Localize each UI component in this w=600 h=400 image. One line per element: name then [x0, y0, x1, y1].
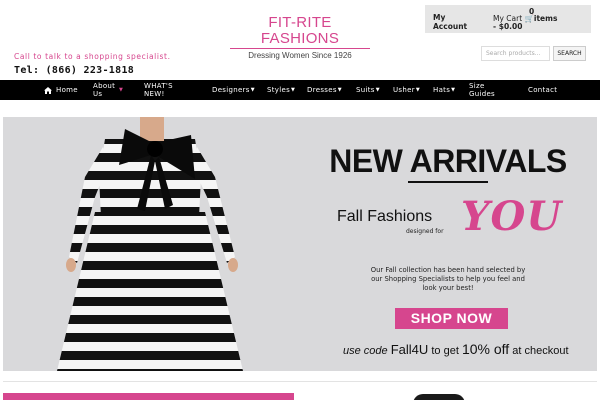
- promo-discount: 10% off: [461, 341, 510, 357]
- hero-banner[interactable]: NEW ARRIVALS Fall Fashions designed for …: [3, 117, 597, 371]
- designed-for-text: designed for: [406, 228, 444, 235]
- home-icon: [44, 86, 52, 94]
- nav-designers-label: Designers: [212, 86, 250, 94]
- cart-icon: 🛒: [524, 14, 534, 23]
- nav-size-guides[interactable]: Size Guides: [469, 80, 499, 100]
- chevron-down-icon: ▼: [375, 87, 380, 93]
- account-cart-box: My Account 0 My Cart 🛒items - $0.00: [425, 5, 591, 33]
- nav-about-label: About Us: [93, 82, 116, 98]
- chevron-down-icon: ▼: [337, 87, 342, 93]
- search-button[interactable]: SEARCH: [553, 46, 586, 61]
- promo-code-text: use code Fall4U to get 10% off at checko…: [343, 341, 583, 357]
- nav-whats-new-label: WHAT'S NEW!: [144, 82, 173, 98]
- my-account-link[interactable]: My Account: [433, 13, 481, 31]
- chevron-down-icon: ▼: [415, 87, 421, 93]
- hero-headline: NEW ARRIVALS: [329, 143, 567, 179]
- model-image: [57, 117, 243, 371]
- nav-dresses-label: Dresses: [307, 86, 337, 94]
- chevron-down-icon: ▼: [291, 87, 296, 93]
- nav-styles[interactable]: Styles ▼: [267, 80, 295, 100]
- nav-styles-label: Styles: [267, 86, 291, 94]
- nav-about[interactable]: About Us ▼: [93, 80, 133, 100]
- hero-subheadline: Fall Fashions: [337, 208, 433, 225]
- cart-total: - $0.00: [493, 22, 523, 31]
- promo-middle: to get: [431, 345, 459, 357]
- nav-contact[interactable]: Contact: [528, 80, 557, 100]
- chevron-down-icon: ▼: [250, 87, 255, 93]
- nav-designers[interactable]: Designers ▼: [212, 80, 255, 100]
- site-logo[interactable]: FIT-RITE FASHIONS Dressing Women Since 1…: [230, 15, 370, 60]
- nav-usher-label: Usher: [393, 86, 415, 94]
- cart-items-label: items: [533, 14, 558, 23]
- headline-underline: [408, 181, 488, 183]
- hero-you-script: YOU: [461, 193, 563, 240]
- nav-hats-label: Hats: [433, 86, 451, 94]
- logo-title: FIT-RITE FASHIONS: [230, 15, 370, 49]
- call-specialist-text: Call to talk to a shopping specialist.: [14, 52, 171, 61]
- chevron-down-icon: ▼: [451, 87, 456, 93]
- nav-hats[interactable]: Hats ▼: [433, 80, 455, 100]
- nav-size-guides-label: Size Guides: [469, 82, 496, 98]
- nav-home-label: Home: [56, 86, 78, 94]
- promo-strip: [3, 393, 294, 400]
- promo-code: Fall4U: [390, 342, 429, 357]
- promo-prefix: use code: [343, 345, 388, 357]
- nav-contact-label: Contact: [528, 86, 558, 94]
- phone-number[interactable]: Tel: (866) 223-1818: [14, 65, 134, 76]
- nav-suits-label: Suits: [356, 86, 375, 94]
- promo-suffix: at checkout: [512, 345, 569, 357]
- shop-now-button[interactable]: SHOP NOW: [395, 308, 508, 329]
- nav-home[interactable]: Home: [44, 80, 78, 100]
- nav-dresses[interactable]: Dresses ▼: [307, 80, 342, 100]
- nav-usher[interactable]: Usher ▼: [393, 80, 420, 100]
- logo-tagline: Dressing Women Since 1926: [248, 51, 352, 60]
- main-nav: Home About Us ▼ WHAT'S NEW! Designers ▼ S…: [0, 80, 600, 100]
- nav-whats-new[interactable]: WHAT'S NEW!: [144, 80, 180, 100]
- nav-suits[interactable]: Suits ▼: [356, 80, 380, 100]
- search-input[interactable]: [481, 46, 550, 61]
- partial-image: [413, 394, 465, 400]
- collection-description: Our Fall collection has been hand select…: [370, 266, 526, 292]
- chevron-down-icon: ▼: [119, 87, 124, 93]
- section-divider: [3, 381, 597, 382]
